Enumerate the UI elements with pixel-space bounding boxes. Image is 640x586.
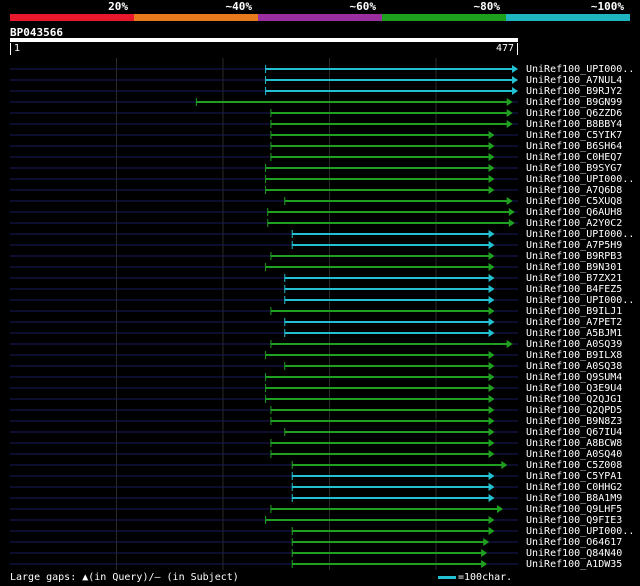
hit-label[interactable]: UniRef100_A7PET2: [526, 317, 622, 328]
hit-label[interactable]: UniRef100_A8BCW8: [526, 438, 622, 449]
hit-label[interactable]: UniRef100_B4FEZ5: [526, 284, 622, 295]
hit-arrow: [488, 373, 495, 381]
hit-arrow: [488, 230, 495, 238]
hit-arrow: [488, 395, 495, 403]
hit-label[interactable]: UniRef100_A0SQ38: [526, 361, 622, 372]
hit-label[interactable]: UniRef100_B9GN99: [526, 97, 622, 108]
hit-arrow: [488, 164, 495, 172]
hit-arrow: [512, 87, 518, 95]
hit-arrow: [488, 516, 495, 524]
hit-arrow: [508, 219, 515, 227]
hit-label[interactable]: UniRef100_UPI000..: [526, 526, 634, 537]
hit-arrow: [506, 197, 513, 205]
hit-label[interactable]: UniRef100_A7P5H9: [526, 240, 622, 251]
hit-arrow: [488, 307, 495, 315]
hit-arrow: [501, 461, 508, 469]
hit-label[interactable]: UniRef100_Q3E9U4: [526, 383, 622, 394]
hit-label[interactable]: UniRef100_A2Y0C2: [526, 218, 622, 229]
hit-label[interactable]: UniRef100_Q6AUH8: [526, 207, 622, 218]
hit-arrow: [512, 65, 518, 73]
hit-arrow: [488, 252, 495, 260]
hit-arrow: [488, 439, 495, 447]
hit-label[interactable]: UniRef100_B9ILJ1: [526, 306, 622, 317]
hit-label[interactable]: UniRef100_C5Z008: [526, 460, 622, 471]
hit-arrow: [508, 208, 515, 216]
hit-arrow: [488, 131, 495, 139]
hit-arrow: [481, 560, 488, 568]
hit-arrow: [488, 329, 495, 337]
hit-label[interactable]: UniRef100_B9RJY2: [526, 86, 622, 97]
hit-label[interactable]: UniRef100_B8A1M9: [526, 493, 622, 504]
hit-arrow: [488, 406, 495, 414]
hit-arrow: [481, 549, 488, 557]
hit-label[interactable]: UniRef100_C0HEQ7: [526, 152, 622, 163]
hit-label[interactable]: UniRef100_Q9SUM4: [526, 372, 622, 383]
hit-label[interactable]: UniRef100_Q6ZZD6: [526, 108, 622, 119]
hit-label[interactable]: UniRef100_UPI000..: [526, 229, 634, 240]
hit-label[interactable]: UniRef100_UPI000..: [526, 295, 634, 306]
hit-arrow: [488, 428, 495, 436]
hit-label[interactable]: UniRef100_UPI000..: [526, 64, 634, 75]
hit-arrow: [506, 120, 513, 128]
hit-label[interactable]: UniRef100_C5XUQ8: [526, 196, 622, 207]
hit-arrow: [488, 296, 495, 304]
hit-arrow: [488, 274, 495, 282]
gap-legend: Large gaps: ▲(in Query)/— (in Subject): [10, 572, 239, 583]
hit-label[interactable]: UniRef100_C0HHG2: [526, 482, 622, 493]
hit-arrow: [506, 340, 513, 348]
hit-arrow: [512, 76, 518, 84]
hit-label[interactable]: UniRef100_B6SH64: [526, 141, 622, 152]
hit-label[interactable]: UniRef100_Q84N40: [526, 548, 622, 559]
hit-arrow: [506, 98, 513, 106]
scale-legend-label: =100char.: [458, 572, 513, 583]
hit-label[interactable]: UniRef100_B9SYG7: [526, 163, 622, 174]
hit-label[interactable]: UniRef100_B7ZX21: [526, 273, 622, 284]
hit-arrow: [488, 483, 495, 491]
hit-arrow: [488, 153, 495, 161]
hit-label[interactable]: UniRef100_C5YIK7: [526, 130, 622, 141]
hit-label[interactable]: UniRef100_A1DW35: [526, 559, 622, 570]
hit-label[interactable]: UniRef100_Q9FIE3: [526, 515, 622, 526]
hit-arrow: [488, 527, 495, 535]
hit-arrow: [488, 450, 495, 458]
hit-label[interactable]: UniRef100_A5BJM1: [526, 328, 622, 339]
hit-arrow: [488, 175, 495, 183]
hit-label[interactable]: UniRef100_A0SQ40: [526, 449, 622, 460]
hit-arrow: [488, 186, 495, 194]
hit-arrow: [488, 318, 495, 326]
hit-label[interactable]: UniRef100_B8BBY4: [526, 119, 622, 130]
hit-label[interactable]: UniRef100_Q2QPD5: [526, 405, 622, 416]
hit-arrow: [488, 384, 495, 392]
hit-arrow: [488, 263, 495, 271]
hit-label[interactable]: UniRef100_A0SQ39: [526, 339, 622, 350]
hit-arrow: [488, 494, 495, 502]
hit-label[interactable]: UniRef100_Q9LHF5: [526, 504, 622, 515]
hit-label[interactable]: UniRef100_O64617: [526, 537, 622, 548]
hit-arrow: [488, 241, 495, 249]
scale-legend: =100char.: [438, 572, 512, 583]
hit-arrow: [488, 142, 495, 150]
hit-label[interactable]: UniRef100_A7Q6D8: [526, 185, 622, 196]
hit-arrow: [488, 472, 495, 480]
hit-arrow: [488, 285, 495, 293]
hit-arrow: [488, 351, 495, 359]
hit-label[interactable]: UniRef100_B9N301: [526, 262, 622, 273]
hit-label[interactable]: UniRef100_Q2QJG1: [526, 394, 622, 405]
scale-swatch: [438, 575, 456, 579]
hit-label[interactable]: UniRef100_B9RPB3: [526, 251, 622, 262]
hit-arrow: [488, 362, 495, 370]
hit-label[interactable]: UniRef100_B9N8Z3: [526, 416, 622, 427]
hit-label[interactable]: UniRef100_B9ILX8: [526, 350, 622, 361]
hit-label[interactable]: UniRef100_Q67IU4: [526, 427, 622, 438]
hit-arrow: [497, 505, 504, 513]
hit-arrow: [483, 538, 490, 546]
hit-arrow: [488, 417, 495, 425]
hit-label[interactable]: UniRef100_UPI000..: [526, 174, 634, 185]
hit-arrow: [506, 109, 513, 117]
hit-label[interactable]: UniRef100_A7NUL4: [526, 75, 622, 86]
hit-label[interactable]: UniRef100_C5YPA1: [526, 471, 622, 482]
